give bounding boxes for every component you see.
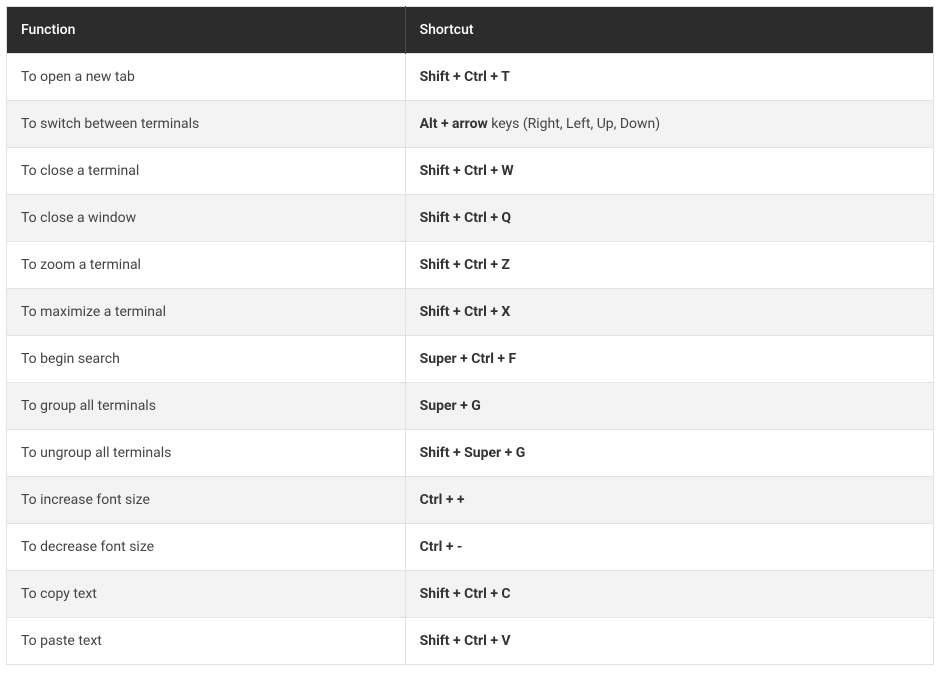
shortcut-keys: Shift + Ctrl + W <box>420 163 514 179</box>
shortcut-keys: Ctrl + - <box>420 539 463 555</box>
cell-function: To open a new tab <box>7 54 406 101</box>
table-row: To paste text Shift + Ctrl + V <box>7 618 934 665</box>
cell-shortcut: Shift + Ctrl + X <box>405 289 933 336</box>
table-row: To close a terminal Shift + Ctrl + W <box>7 148 934 195</box>
cell-shortcut: Shift + Super + G <box>405 430 933 477</box>
shortcut-keys: Alt + arrow <box>420 116 488 132</box>
shortcut-keys: Super + G <box>420 398 481 414</box>
shortcut-keys: Shift + Ctrl + Q <box>420 210 511 226</box>
cell-function: To switch between terminals <box>7 101 406 148</box>
cell-function: To zoom a terminal <box>7 242 406 289</box>
shortcut-keys: Shift + Super + G <box>420 445 526 461</box>
shortcut-keys: Shift + Ctrl + T <box>420 69 510 85</box>
cell-shortcut: Ctrl + - <box>405 524 933 571</box>
cell-function: To copy text <box>7 571 406 618</box>
cell-shortcut: Super + Ctrl + F <box>405 336 933 383</box>
cell-shortcut: Ctrl + + <box>405 477 933 524</box>
cell-shortcut: Alt + arrow keys (Right, Left, Up, Down) <box>405 101 933 148</box>
table-row: To open a new tab Shift + Ctrl + T <box>7 54 934 101</box>
table-row: To increase font size Ctrl + + <box>7 477 934 524</box>
header-shortcut: Shortcut <box>405 7 933 54</box>
shortcuts-table: Function Shortcut To open a new tab Shift… <box>6 6 934 665</box>
table-body: To open a new tab Shift + Ctrl + T To swit… <box>7 54 934 665</box>
cell-shortcut: Shift + Ctrl + V <box>405 618 933 665</box>
header-function: Function <box>7 7 406 54</box>
shortcut-description: keys (Right, Left, Up, Down) <box>488 116 660 132</box>
cell-shortcut: Shift + Ctrl + T <box>405 54 933 101</box>
cell-function: To group all terminals <box>7 383 406 430</box>
table-row: To zoom a terminal Shift + Ctrl + Z <box>7 242 934 289</box>
cell-shortcut: Shift + Ctrl + C <box>405 571 933 618</box>
shortcut-keys: Shift + Ctrl + X <box>420 304 511 320</box>
cell-shortcut: Shift + Ctrl + W <box>405 148 933 195</box>
cell-function: To close a window <box>7 195 406 242</box>
table-row: To close a window Shift + Ctrl + Q <box>7 195 934 242</box>
cell-function: To maximize a terminal <box>7 289 406 336</box>
cell-shortcut: Shift + Ctrl + Z <box>405 242 933 289</box>
cell-function: To increase font size <box>7 477 406 524</box>
cell-shortcut: Super + G <box>405 383 933 430</box>
table-row: To copy text Shift + Ctrl + C <box>7 571 934 618</box>
table-row: To group all terminals Super + G <box>7 383 934 430</box>
shortcut-keys: Shift + Ctrl + Z <box>420 257 510 273</box>
table-row: To switch between terminalsAlt + arrow k… <box>7 101 934 148</box>
cell-function: To begin search <box>7 336 406 383</box>
cell-function: To decrease font size <box>7 524 406 571</box>
shortcuts-table-container: Function Shortcut To open a new tab Shift… <box>0 0 940 671</box>
shortcut-keys: Shift + Ctrl + C <box>420 586 511 602</box>
table-row: To maximize a terminal Shift + Ctrl + X <box>7 289 934 336</box>
table-row: To ungroup all terminals Shift + Super + … <box>7 430 934 477</box>
shortcut-keys: Ctrl + + <box>420 492 465 508</box>
cell-function: To ungroup all terminals <box>7 430 406 477</box>
shortcut-keys: Super + Ctrl + F <box>420 351 517 367</box>
table-header: Function Shortcut <box>7 7 934 54</box>
cell-shortcut: Shift + Ctrl + Q <box>405 195 933 242</box>
shortcut-keys: Shift + Ctrl + V <box>420 633 511 649</box>
table-row: To begin search Super + Ctrl + F <box>7 336 934 383</box>
cell-function: To close a terminal <box>7 148 406 195</box>
table-row: To decrease font size Ctrl + - <box>7 524 934 571</box>
cell-function: To paste text <box>7 618 406 665</box>
